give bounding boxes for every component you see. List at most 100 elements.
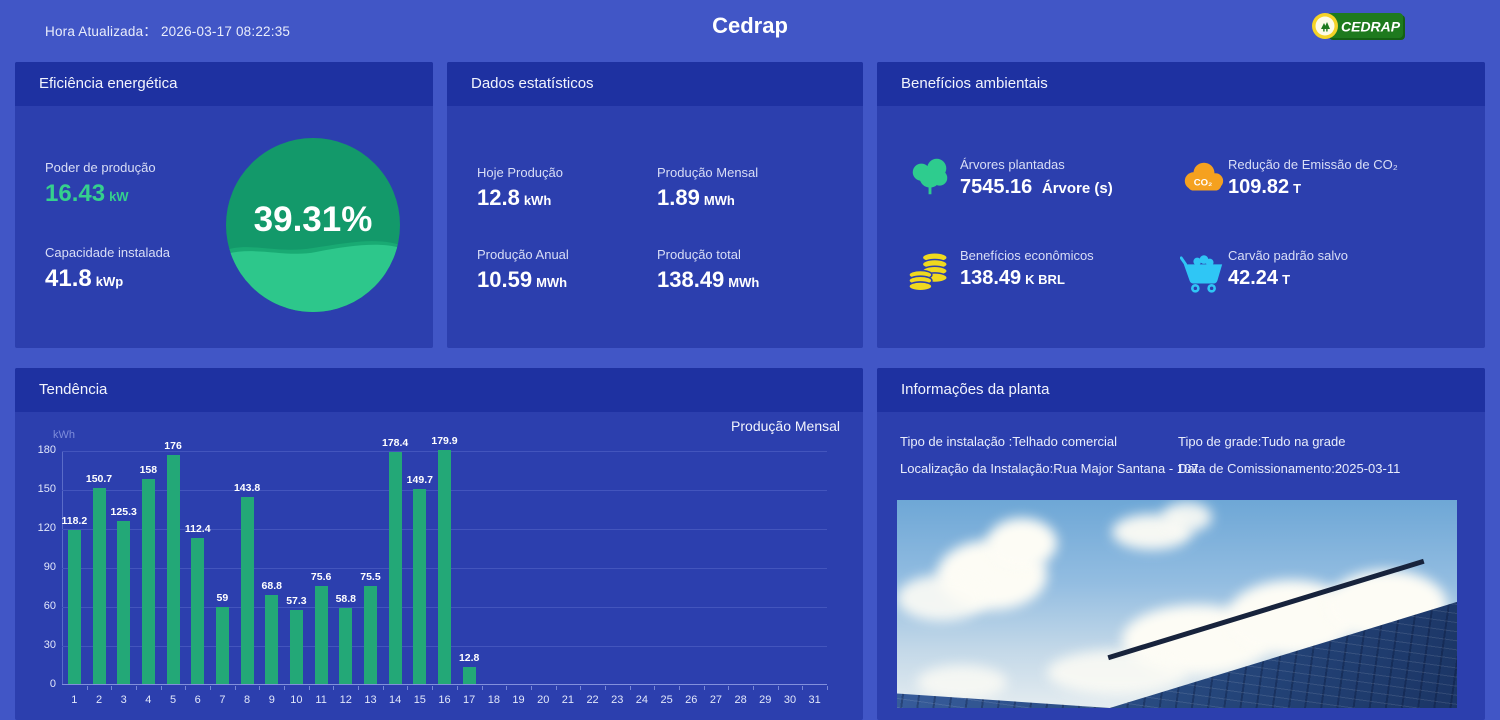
x-tick-mark xyxy=(506,686,507,690)
x-tick-label: 6 xyxy=(185,694,211,706)
stat-year-value: 10.59 MWh xyxy=(477,267,567,293)
bar-day-10[interactable] xyxy=(290,610,303,684)
x-tick-label: 26 xyxy=(678,694,704,706)
installed-capacity-unit: kWp xyxy=(96,274,123,289)
x-tick-mark xyxy=(407,686,408,690)
bar-day-12[interactable] xyxy=(339,608,352,684)
x-tick-label: 21 xyxy=(555,694,581,706)
stat-total-unit: MWh xyxy=(728,275,759,290)
bar-day-1[interactable] xyxy=(68,530,81,684)
bar-value-label: 75.6 xyxy=(311,571,331,583)
trend-card: Tendência Produção Mensal kWh 0306090120… xyxy=(15,368,863,720)
grid-type: Tipo de grade:Tudo na grade xyxy=(1178,434,1345,449)
cloud-shape xyxy=(1162,502,1212,532)
grid-type-label: Tipo de grade: xyxy=(1178,434,1261,449)
stat-total-number: 138.49 xyxy=(657,267,724,292)
economic-number: 138.49 xyxy=(960,267,1021,289)
bar-day-8[interactable] xyxy=(241,497,254,684)
logo-text: CEDRAP xyxy=(1341,19,1401,35)
app-title: Cedrap xyxy=(0,13,1500,39)
x-tick-label: 15 xyxy=(407,694,433,706)
economic-unit: K BRL xyxy=(1025,272,1065,287)
cloud-shape xyxy=(917,665,1007,700)
bar-day-3[interactable] xyxy=(117,521,130,684)
stats-card-title: Dados estatísticos xyxy=(447,62,863,106)
y-tick-label: 120 xyxy=(24,522,56,534)
efficiency-card-title: Eficiência energética xyxy=(15,62,433,106)
co2-label: Redução de Emissão de CO₂ xyxy=(1228,157,1398,172)
chart-y-unit: kWh xyxy=(53,429,75,441)
installation-type: Tipo de instalação :Telhado comercial xyxy=(900,434,1117,449)
bar-day-5[interactable] xyxy=(167,455,180,684)
bar-day-9[interactable] xyxy=(265,595,278,684)
bar-value-label: 58.8 xyxy=(336,593,356,605)
co2-value: 109.82T xyxy=(1228,176,1301,199)
plant-info-card: Informações da planta Tipo de instalação… xyxy=(877,368,1485,720)
x-tick-mark xyxy=(161,686,162,690)
production-power-number: 16.43 xyxy=(45,180,105,207)
x-tick-mark xyxy=(778,686,779,690)
x-tick-mark xyxy=(136,686,137,690)
stat-today-number: 12.8 xyxy=(477,185,520,210)
economic-label: Benefícios econômicos xyxy=(960,248,1094,263)
brand-logo[interactable]: CEDRAP xyxy=(1311,11,1407,43)
production-power-unit: kW xyxy=(109,189,129,204)
chart-series-label: Produção Mensal xyxy=(731,418,840,434)
stat-year-unit: MWh xyxy=(536,275,567,290)
trees-unit: Árvore (s) xyxy=(1042,180,1113,197)
dashboard-page: Hora Atualizada： 2026-03-17 08:22:35 Ced… xyxy=(0,0,1500,720)
bar-day-11[interactable] xyxy=(315,586,328,684)
coal-label: Carvão padrão salvo xyxy=(1228,248,1348,263)
x-tick-mark xyxy=(556,686,557,690)
y-tick-label: 0 xyxy=(24,678,56,690)
x-tick-mark xyxy=(358,686,359,690)
bar-day-2[interactable] xyxy=(93,488,106,684)
bar-value-label: 59 xyxy=(217,592,229,604)
bar-day-7[interactable] xyxy=(216,607,229,684)
bar-value-label: 176 xyxy=(164,440,182,452)
x-tick-mark xyxy=(679,686,680,690)
chart-plot[interactable]: 03060901201501801118.22150.73125.3415851… xyxy=(62,451,827,685)
chart-x-axis xyxy=(62,684,827,685)
trend-card-title: Tendência xyxy=(15,368,863,412)
stat-year-number: 10.59 xyxy=(477,267,532,292)
x-tick-mark xyxy=(87,686,88,690)
x-tick-mark xyxy=(827,686,828,690)
bar-day-4[interactable] xyxy=(142,479,155,684)
x-tick-label: 11 xyxy=(308,694,334,706)
x-tick-label: 24 xyxy=(629,694,655,706)
x-tick-label: 3 xyxy=(111,694,137,706)
bar-value-label: 143.8 xyxy=(234,482,260,494)
x-tick-label: 29 xyxy=(752,694,778,706)
x-tick-mark xyxy=(482,686,483,690)
bar-value-label: 178.4 xyxy=(382,437,408,449)
x-tick-mark xyxy=(802,686,803,690)
bar-day-17[interactable] xyxy=(463,667,476,684)
production-power-value: 16.43 kW xyxy=(45,180,129,208)
x-tick-mark xyxy=(531,686,532,690)
bar-day-16[interactable] xyxy=(438,450,451,684)
x-tick-label: 14 xyxy=(382,694,408,706)
efficiency-gauge: 39.31% xyxy=(226,138,400,312)
bar-day-6[interactable] xyxy=(191,538,204,684)
x-tick-mark xyxy=(728,686,729,690)
grid-type-value: Tudo na grade xyxy=(1261,434,1345,449)
bar-day-14[interactable] xyxy=(389,452,402,684)
x-tick-mark xyxy=(432,686,433,690)
x-tick-mark xyxy=(630,686,631,690)
stat-month-label: Produção Mensal xyxy=(657,165,758,180)
installed-capacity-number: 41.8 xyxy=(45,265,92,292)
x-tick-mark xyxy=(654,686,655,690)
bar-value-label: 125.3 xyxy=(111,506,137,518)
bar-day-13[interactable] xyxy=(364,586,377,684)
bar-value-label: 158 xyxy=(140,464,158,476)
bar-day-15[interactable] xyxy=(413,489,426,684)
stat-today-label: Hoje Produção xyxy=(477,165,563,180)
coal-value: 42.24T xyxy=(1228,267,1290,290)
installation-type-label: Tipo de instalação : xyxy=(900,434,1012,449)
x-tick-label: 25 xyxy=(654,694,680,706)
installation-location-value: Rua Major Santana - 107 xyxy=(1053,461,1198,476)
cloud-shape xyxy=(897,575,987,621)
x-tick-mark xyxy=(383,686,384,690)
x-tick-mark xyxy=(111,686,112,690)
